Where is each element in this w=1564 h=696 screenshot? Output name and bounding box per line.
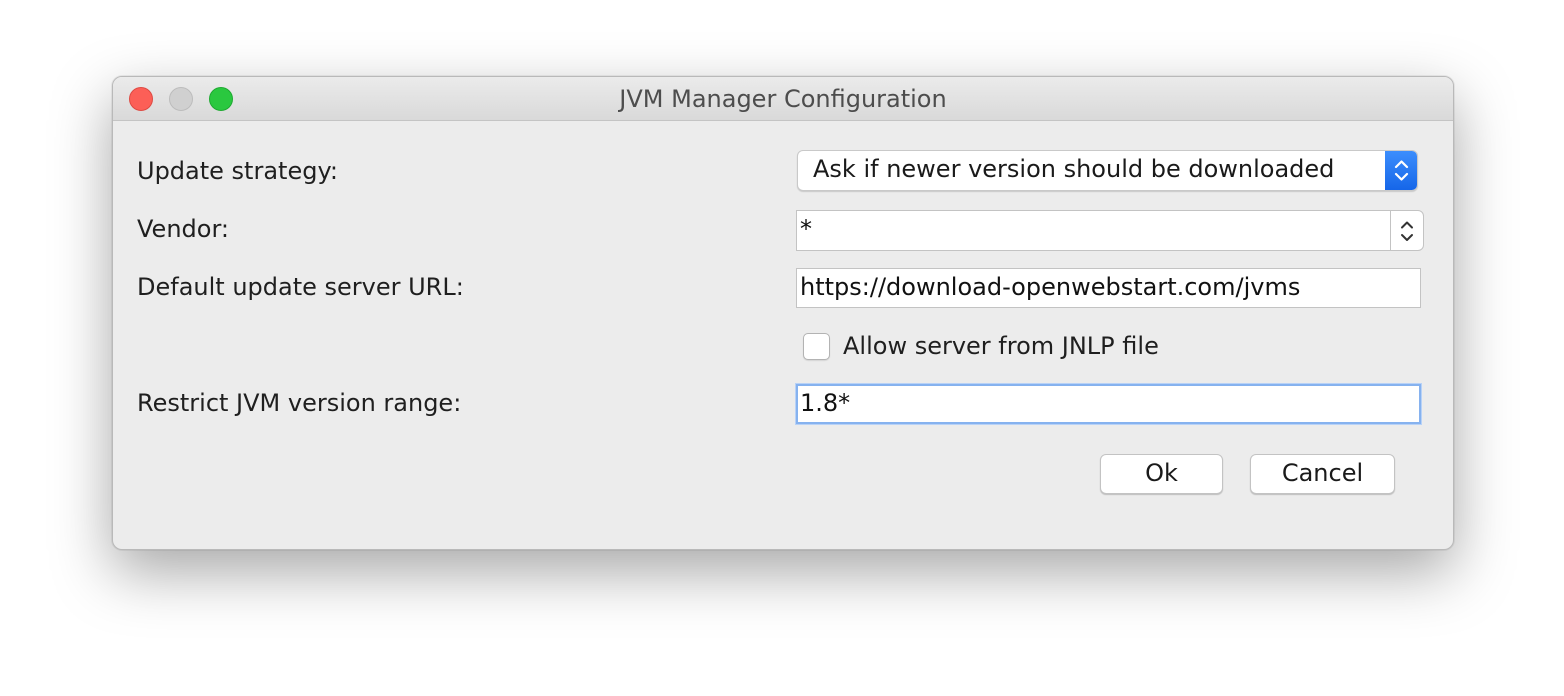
update-strategy-select[interactable]: Ask if newer version should be downloade… xyxy=(797,150,1418,191)
select-stepper-icon xyxy=(1385,151,1417,190)
restrict-jvm-version-range-value: 1.8* xyxy=(800,389,851,417)
update-strategy-selected-value: Ask if newer version should be downloade… xyxy=(813,155,1335,183)
restrict-jvm-version-range-field[interactable]: 1.8* xyxy=(796,384,1421,424)
chevron-up-down-icon xyxy=(1401,221,1413,241)
title-bar[interactable]: JVM Manager Configuration xyxy=(113,77,1453,121)
vendor-value: * xyxy=(800,215,812,243)
cancel-button[interactable]: Cancel xyxy=(1250,454,1395,494)
allow-server-from-jnlp-label[interactable]: Allow server from JNLP file xyxy=(843,332,1159,360)
default-update-server-url-label: Default update server URL: xyxy=(137,273,464,301)
ok-button[interactable]: Ok xyxy=(1100,454,1223,494)
default-update-server-url-field[interactable]: https://download-openwebstart.com/jvms xyxy=(796,268,1421,308)
default-update-server-url-value: https://download-openwebstart.com/jvms xyxy=(800,273,1301,301)
vendor-label: Vendor: xyxy=(137,215,229,243)
vendor-combobox[interactable]: * xyxy=(796,210,1424,251)
window-title: JVM Manager Configuration xyxy=(619,85,947,113)
restrict-jvm-version-range-label: Restrict JVM version range: xyxy=(137,389,462,417)
update-strategy-label: Update strategy: xyxy=(137,157,338,185)
allow-server-from-jnlp-checkbox[interactable] xyxy=(803,333,830,360)
jvm-manager-configuration-dialog: JVM Manager Configuration Update strateg… xyxy=(112,76,1454,550)
vendor-field[interactable]: * xyxy=(796,210,1391,251)
vendor-dropdown-button[interactable] xyxy=(1390,210,1424,251)
